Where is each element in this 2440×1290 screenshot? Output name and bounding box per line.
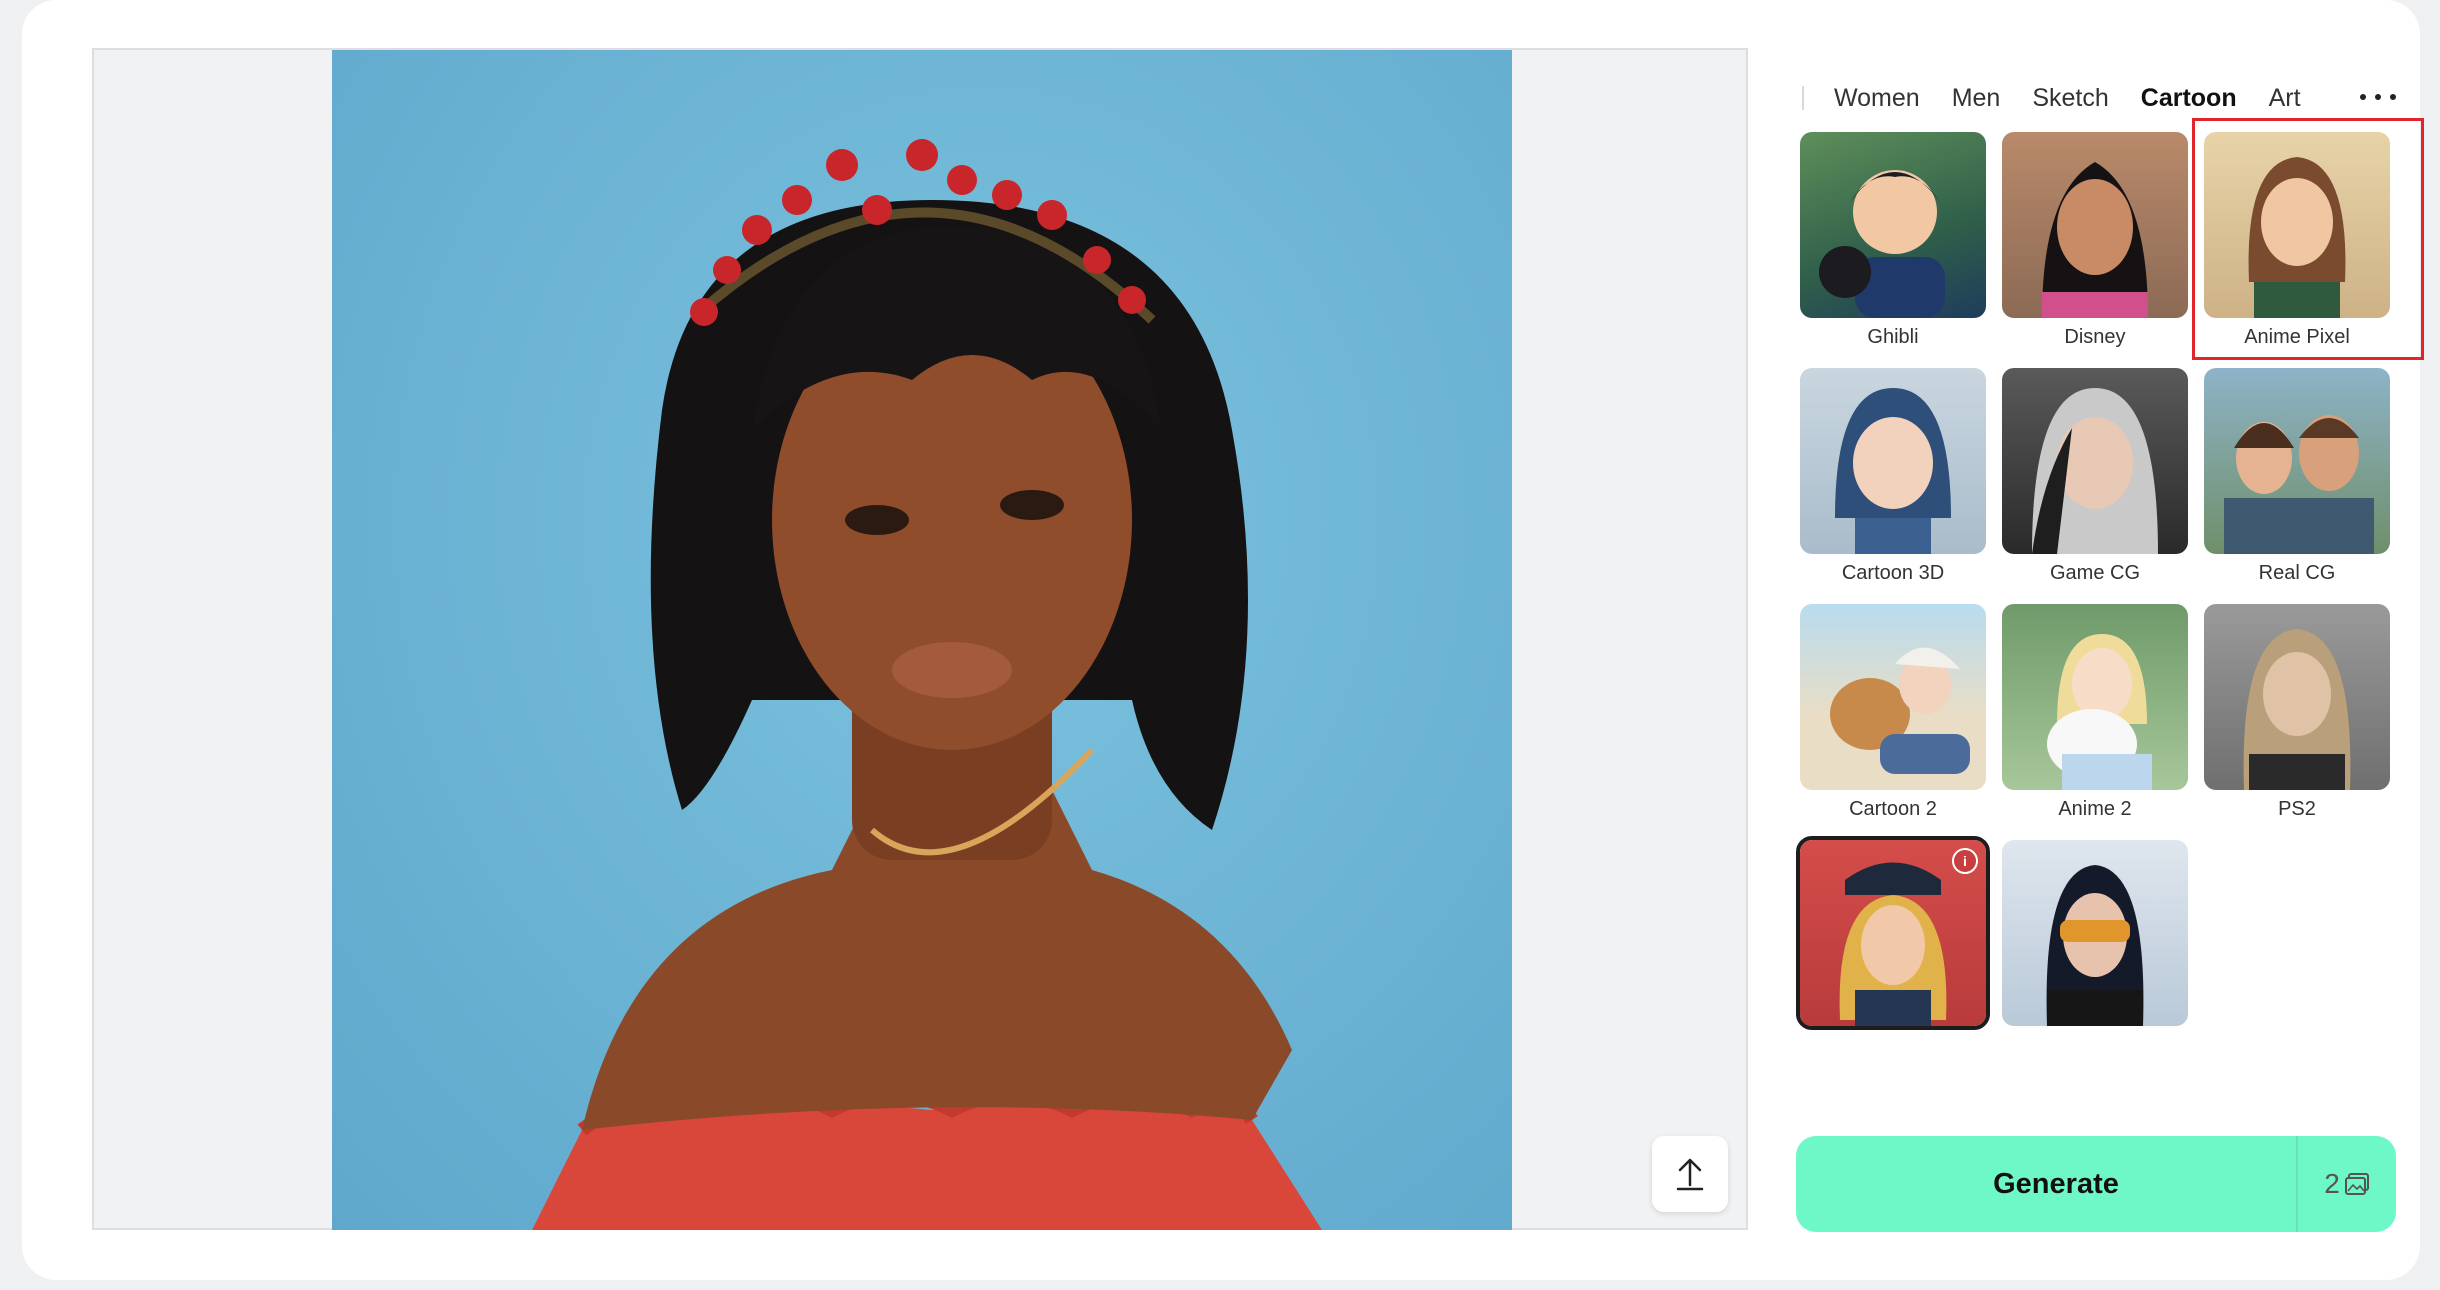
style-tile-ghibli[interactable]: Ghibli	[1800, 132, 1986, 349]
highlight-box	[2192, 118, 2424, 360]
style-label: Cartoon 2	[1849, 798, 1937, 820]
style-tile-game-cg[interactable]: Game CG	[2002, 368, 2188, 585]
style-tile-sunglasses[interactable]	[2002, 840, 2188, 1034]
tab-women[interactable]: Women	[1834, 84, 1920, 113]
tab-divider	[1802, 86, 1804, 110]
style-thumbnail	[1800, 132, 1986, 318]
image-canvas	[92, 48, 1748, 1230]
credit-cost: 2	[2298, 1168, 2396, 1200]
style-tile-cartoon-2[interactable]: Cartoon 2	[1800, 604, 1986, 821]
style-thumbnail	[2002, 840, 2188, 1026]
tab-men[interactable]: Men	[1952, 84, 2001, 113]
uploaded-photo	[332, 50, 1512, 1230]
style-thumbnail	[2204, 604, 2390, 790]
generate-label: Generate	[1993, 1167, 2119, 1200]
style-tile-comic-selected[interactable]: i	[1800, 840, 1986, 1034]
generate-button[interactable]: Generate 2	[1796, 1136, 2396, 1232]
style-thumbnail	[1800, 368, 1986, 554]
style-thumbnail: i	[1800, 840, 1986, 1026]
style-thumbnail	[2002, 604, 2188, 790]
style-thumbnail	[2002, 132, 2188, 318]
image-credit-icon	[2344, 1173, 2369, 1195]
style-label: Game CG	[2049, 562, 2141, 584]
more-options-icon[interactable]	[2360, 82, 2396, 112]
style-tile-disney[interactable]: Disney	[2002, 132, 2188, 349]
style-tile-anime-2[interactable]: Anime 2	[2002, 604, 2188, 821]
style-label: Cartoon 3D	[1841, 562, 1945, 584]
style-label: Anime 2	[2058, 798, 2132, 820]
style-tile-real-cg[interactable]: Real CG	[2204, 368, 2390, 585]
upload-icon	[1676, 1158, 1704, 1191]
credit-count: 2	[2324, 1168, 2340, 1199]
info-icon[interactable]: i	[1952, 848, 1978, 874]
style-tabs: Women Men Sketch Cartoon Art	[1802, 78, 2333, 118]
style-tile-cartoon-3d[interactable]: Cartoon 3D	[1800, 368, 1986, 585]
main-card: Women Men Sketch Cartoon Art Ghibli Disn…	[22, 0, 2424, 1280]
tab-art[interactable]: Art	[2269, 84, 2301, 113]
style-thumbnail	[2002, 368, 2188, 554]
style-thumbnail	[2204, 368, 2390, 554]
style-tile-ps2[interactable]: PS2	[2204, 604, 2390, 821]
style-label: Ghibli	[1867, 326, 1919, 348]
upload-button[interactable]	[1652, 1136, 1728, 1212]
style-label: Real CG	[2258, 562, 2336, 584]
tab-cartoon[interactable]: Cartoon	[2141, 84, 2237, 113]
tab-sketch[interactable]: Sketch	[2032, 84, 2108, 113]
style-label: Disney	[2064, 326, 2126, 348]
style-thumbnail	[1800, 604, 1986, 790]
style-label: PS2	[2278, 798, 2316, 820]
